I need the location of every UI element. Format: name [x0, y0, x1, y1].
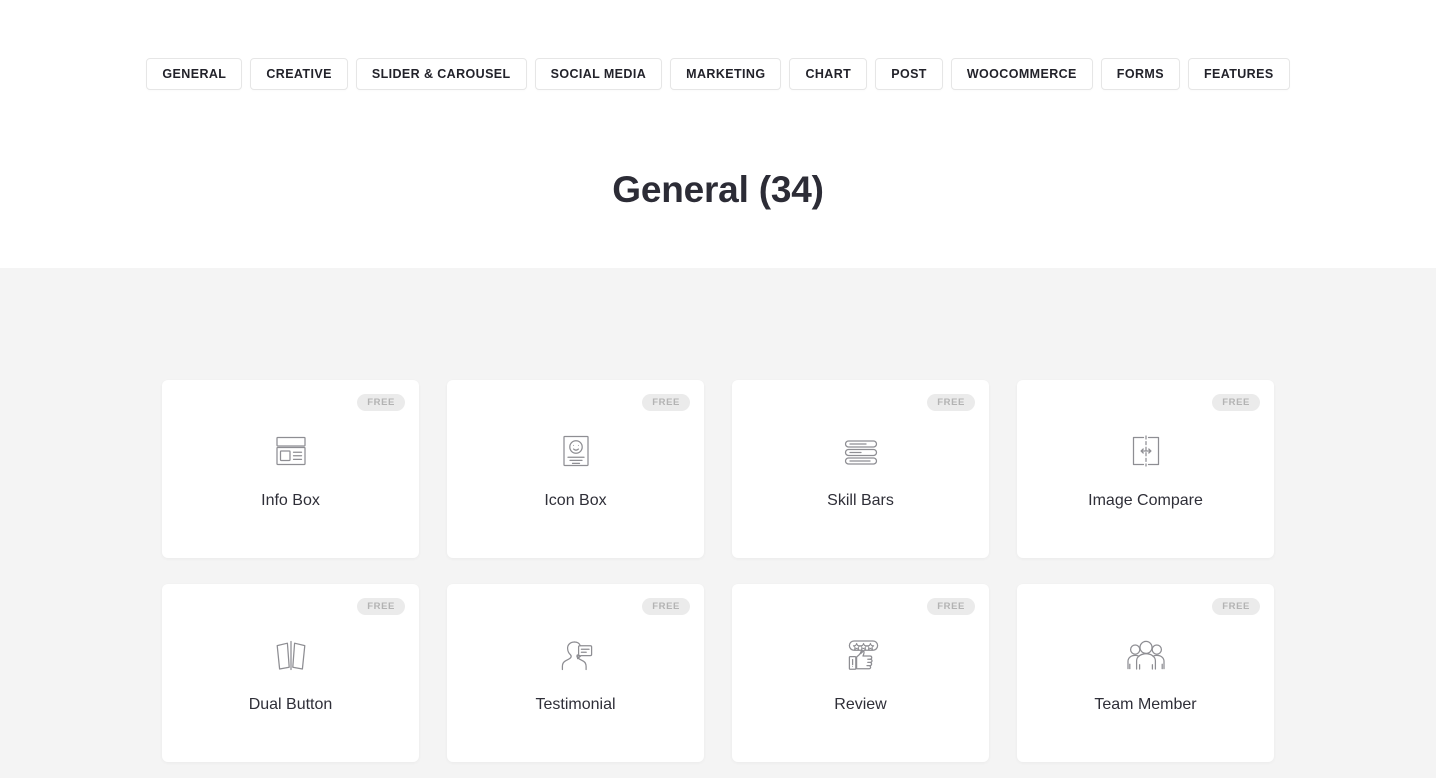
filter-button-post[interactable]: POST	[875, 58, 943, 90]
category-filter-bar: GENERAL CREATIVE SLIDER & CAROUSEL SOCIA…	[0, 0, 1436, 90]
filter-button-slider-carousel[interactable]: SLIDER & CAROUSEL	[355, 58, 527, 90]
widget-label: Dual Button	[248, 696, 333, 713]
info-box-icon	[261, 426, 321, 476]
widget-card-icon-box[interactable]: FREE Icon Box	[447, 380, 704, 558]
widget-label: Icon Box	[544, 492, 607, 509]
status-badge: FREE	[357, 394, 405, 411]
filter-button-social-media[interactable]: SOCIAL MEDIA	[534, 58, 663, 90]
skill-bars-icon	[831, 426, 891, 476]
status-badge: FREE	[1212, 598, 1260, 615]
review-icon	[831, 630, 891, 680]
testimonial-icon	[546, 630, 606, 680]
widget-card-dual-button[interactable]: FREE Dual Button	[162, 584, 419, 762]
filter-button-features[interactable]: FEATURES	[1187, 58, 1290, 90]
widget-label: Image Compare	[1088, 492, 1203, 509]
widget-grid: FREE Info Box FREE Icon Box FREE Skill B…	[162, 268, 1274, 762]
section-heading: General (34)	[0, 90, 1436, 212]
filter-button-forms[interactable]: FORMS	[1100, 58, 1180, 90]
dual-button-icon	[261, 630, 321, 680]
widget-label: Skill Bars	[827, 492, 894, 509]
image-compare-icon	[1116, 426, 1176, 476]
widget-label: Info Box	[261, 492, 320, 509]
widget-card-info-box[interactable]: FREE Info Box	[162, 380, 419, 558]
widget-label: Testimonial	[535, 696, 616, 713]
status-badge: FREE	[1212, 394, 1260, 411]
widget-library-page: GENERAL CREATIVE SLIDER & CAROUSEL SOCIA…	[0, 0, 1436, 778]
widget-card-review[interactable]: FREE Review	[732, 584, 989, 762]
widget-card-skill-bars[interactable]: FREE Skill Bars	[732, 380, 989, 558]
filter-button-woocommerce[interactable]: WOOCOMMERCE	[950, 58, 1093, 90]
filter-button-chart[interactable]: CHART	[789, 58, 868, 90]
widget-card-image-compare[interactable]: FREE Image Compare	[1017, 380, 1274, 558]
status-badge: FREE	[357, 598, 405, 615]
filter-button-general[interactable]: GENERAL	[146, 58, 243, 90]
widget-label: Team Member	[1094, 696, 1197, 713]
filter-button-marketing[interactable]: MARKETING	[670, 58, 782, 90]
status-badge: FREE	[642, 598, 690, 615]
icon-box-icon	[546, 426, 606, 476]
widget-card-testimonial[interactable]: FREE Testimonial	[447, 584, 704, 762]
team-member-icon	[1116, 630, 1176, 680]
status-badge: FREE	[642, 394, 690, 411]
widget-grid-section: FREE Info Box FREE Icon Box FREE Skill B…	[0, 268, 1436, 778]
status-badge: FREE	[927, 598, 975, 615]
page-title: General (34)	[612, 169, 824, 210]
status-badge: FREE	[927, 394, 975, 411]
widget-card-team-member[interactable]: FREE Team Member	[1017, 584, 1274, 762]
widget-label: Review	[834, 696, 887, 713]
filter-button-creative[interactable]: CREATIVE	[250, 58, 348, 90]
